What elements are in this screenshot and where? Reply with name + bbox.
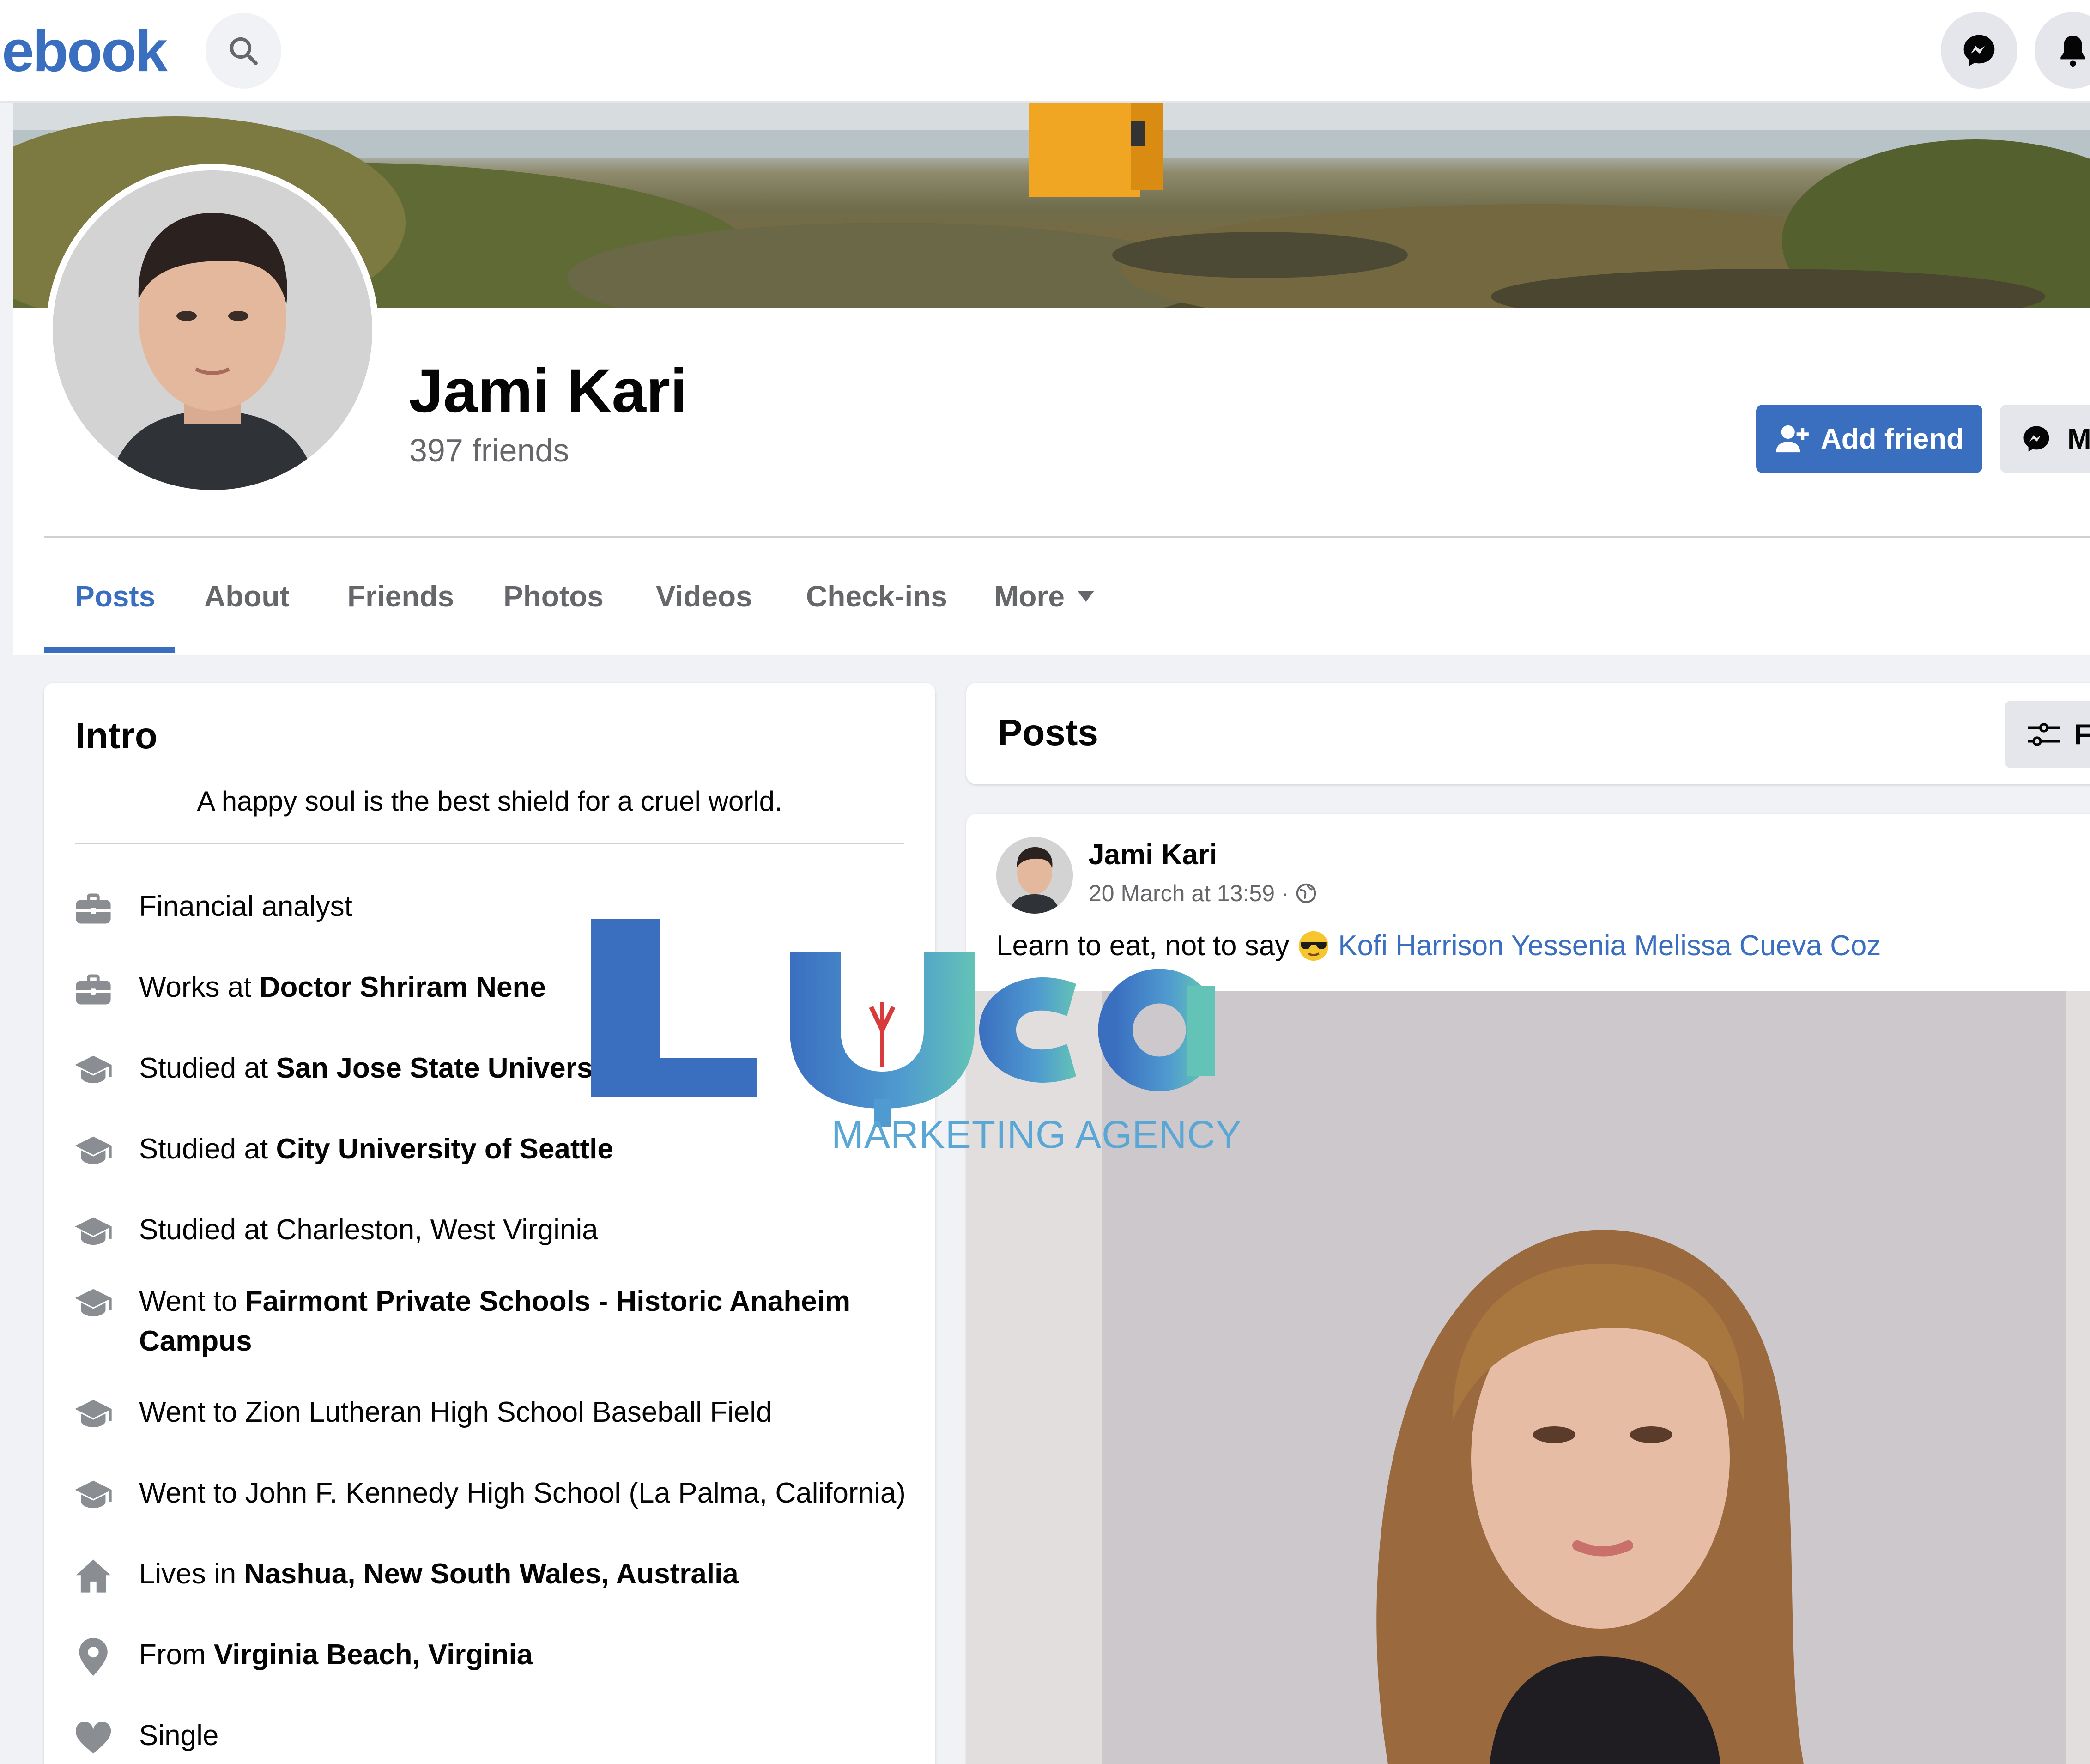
intro-item-text: From <box>139 1639 214 1671</box>
posts-title: Posts <box>998 712 1098 753</box>
intro-item-text: Lives in <box>139 1558 244 1590</box>
header-divider <box>44 536 2090 538</box>
briefcase-icon <box>72 968 115 1011</box>
intro-item-residence: Lives in Nashua, New South Wales, Austra… <box>72 1554 933 1598</box>
intro-divider <box>75 843 904 844</box>
add-friend-label: Add friend <box>1821 423 1964 455</box>
globe-icon <box>1296 883 1316 903</box>
bell-icon <box>2060 36 2085 67</box>
add-friend-icon <box>1776 425 1809 453</box>
search-button[interactable] <box>206 13 281 89</box>
intro-item-link[interactable]: Virginia Beach, Virginia <box>214 1639 533 1671</box>
profile-photo <box>53 170 372 490</box>
tab-photos[interactable]: Photos <box>503 579 604 613</box>
intro-item-link[interactable]: City University of Seattle <box>276 1133 613 1165</box>
tab-friends[interactable]: Friends <box>347 579 454 613</box>
tab-posts[interactable]: Posts <box>75 579 155 613</box>
location-pin-icon <box>72 1635 115 1679</box>
tab-more-label: More <box>994 580 1065 613</box>
messenger-button[interactable] <box>1941 12 2017 89</box>
message-button[interactable]: M <box>2000 405 2090 473</box>
message-label: M <box>2067 423 2090 455</box>
intro-item-education: Went to Zion Lutheran High School Baseba… <box>72 1393 933 1436</box>
caret-down-icon <box>1077 591 1094 602</box>
intro-item-text: Went to <box>139 1285 245 1317</box>
graduation-cap-icon <box>72 1049 115 1092</box>
graduation-cap-icon <box>72 1210 115 1254</box>
intro-item-link[interactable]: Nashua, New South Wales, Australia <box>244 1558 738 1590</box>
add-friend-button[interactable]: Add friend <box>1756 405 1982 473</box>
graduation-cap-icon <box>72 1282 115 1325</box>
post-meta: 20 March at 13:59 · <box>1089 880 1317 907</box>
facebook-logo[interactable]: ebook <box>2 18 168 85</box>
top-navigation-bar <box>0 0 2090 103</box>
filters-button[interactable]: Fi <box>2005 701 2090 768</box>
portrait-image <box>1102 991 2066 1764</box>
intro-item-text: Went to Zion Lutheran High School Baseba… <box>139 1396 772 1428</box>
graduation-cap-icon <box>72 1393 115 1436</box>
intro-item-education: Went to John F. Kennedy High School (La … <box>72 1473 933 1517</box>
intro-item-education: Went to Fairmont Private Schools - Histo… <box>72 1282 933 1361</box>
post-tagged-friends[interactable]: Kofi Harrison Yessenia Melissa Cueva Coz <box>1338 929 1881 962</box>
post-author-photo <box>996 837 1073 914</box>
intro-item-education: Studied at Charleston, West Virginia <box>72 1210 933 1254</box>
intro-bio: A happy soul is the best shield for a cr… <box>197 786 782 817</box>
tab-check-ins[interactable]: Check-ins <box>806 579 947 613</box>
intro-title: Intro <box>75 715 158 756</box>
filters-icon <box>2028 723 2060 746</box>
post-photo[interactable] <box>1102 991 2066 1764</box>
messenger-icon <box>1963 35 1995 66</box>
intro-item-relationship: Single <box>72 1716 933 1759</box>
posts-header-card <box>966 683 2090 784</box>
tab-about[interactable]: About <box>204 579 290 613</box>
intro-item-text: Studied at Charleston, West Virginia <box>139 1214 598 1246</box>
intro-item-text: Single <box>139 1720 219 1752</box>
intro-item-text: Financial analyst <box>139 891 352 922</box>
intro-item-text: Works at <box>139 971 260 1003</box>
messenger-icon <box>2023 426 2049 452</box>
post-author-name[interactable]: Jami Kari <box>1088 838 1217 871</box>
tab-more[interactable]: More <box>994 579 1094 613</box>
briefcase-icon <box>72 887 115 930</box>
post-timestamp[interactable]: 20 March at 13:59 · <box>1089 880 1289 907</box>
watermark-subtitle: MARKETING AGENCY <box>831 1113 1242 1156</box>
intro-item-link[interactable]: San Jose State University <box>276 1052 626 1084</box>
home-icon <box>72 1554 115 1598</box>
filters-label: Fi <box>2074 718 2090 751</box>
intro-item-text: Studied at <box>139 1133 276 1165</box>
active-tab-indicator <box>44 647 175 653</box>
search-icon <box>230 37 258 65</box>
intro-item-text: Went to John F. Kennedy High School (La … <box>139 1477 906 1509</box>
tab-videos[interactable]: Videos <box>656 579 752 613</box>
intro-item-hometown: From Virginia Beach, Virginia <box>72 1635 933 1679</box>
intro-item-link[interactable]: Doctor Shriram Nene <box>260 971 546 1003</box>
graduation-cap-icon <box>72 1129 115 1173</box>
intro-item-text: Studied at <box>139 1052 276 1084</box>
heart-icon <box>72 1716 115 1759</box>
post-author-avatar[interactable] <box>996 837 1073 914</box>
intro-item-link[interactable]: Fairmont Private Schools - Historic Anah… <box>139 1285 850 1357</box>
graduation-cap-icon <box>72 1473 115 1517</box>
profile-avatar[interactable] <box>46 164 379 497</box>
friends-count-link[interactable]: 397 friends <box>409 432 569 469</box>
sunglasses-emoji-icon <box>1299 931 1329 961</box>
profile-name: Jami Kari <box>409 357 688 425</box>
